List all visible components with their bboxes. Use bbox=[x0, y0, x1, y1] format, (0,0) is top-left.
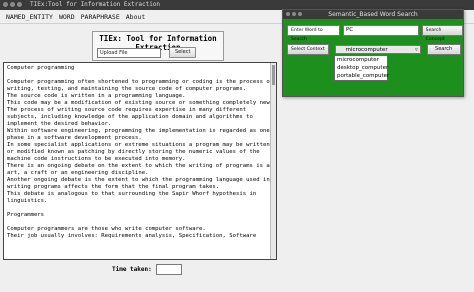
dropdown-option[interactable]: portable_computer bbox=[335, 72, 389, 80]
semantic-window-title: Semantic_Based Word Search bbox=[328, 11, 418, 18]
document-text: Computer programming Computer programmin… bbox=[4, 63, 276, 242]
upload-file-field[interactable]: Upload File bbox=[97, 47, 161, 58]
document-line: writing, testing, and maintaining the so… bbox=[7, 86, 247, 92]
menu-named-entity[interactable]: NAMED_ENTITY bbox=[6, 13, 53, 21]
document-line: Their job usually involves: Requirements… bbox=[7, 233, 257, 239]
context-dropdown-list: microcomputer desktop_computer portable_… bbox=[334, 55, 389, 81]
close-icon[interactable] bbox=[3, 2, 8, 7]
document-line: Another ongoing debate is the extent to … bbox=[7, 177, 270, 183]
menu-word[interactable]: WORD bbox=[59, 13, 75, 21]
time-taken-field[interactable] bbox=[155, 264, 182, 275]
document-line: implement the desired behavior. bbox=[7, 121, 112, 127]
document-line: Within software engineering, programming… bbox=[7, 128, 270, 134]
dropdown-option[interactable]: desktop_computer bbox=[335, 64, 388, 72]
enter-word-label: Enter Word to Search bbox=[287, 25, 340, 42]
document-line: Computer programmers are those who write… bbox=[7, 226, 206, 232]
document-line: linguistics. bbox=[7, 198, 48, 204]
search-word-input[interactable]: PC bbox=[342, 25, 419, 36]
search-row: Enter Word to Search PC Search Concept bbox=[287, 25, 463, 42]
select-context-button[interactable]: Select Context bbox=[287, 44, 329, 55]
document-line: Computer programming bbox=[7, 65, 75, 71]
semantic-search-window: Semantic_Based Word Search Enter Word to… bbox=[282, 9, 464, 97]
context-row: Select Context microcomputer ▿ Search bbox=[287, 44, 461, 55]
document-text-area[interactable]: Computer programming Computer programmin… bbox=[3, 62, 277, 260]
context-select[interactable]: microcomputer ▿ bbox=[334, 45, 421, 55]
context-select-value: microcomputer bbox=[345, 47, 388, 53]
search-button[interactable]: Search bbox=[426, 44, 461, 55]
time-taken-label: Time taken: bbox=[112, 266, 152, 273]
vertical-scrollbar[interactable] bbox=[270, 63, 276, 259]
maximize-icon[interactable] bbox=[17, 2, 22, 7]
document-line: Computer programming often shortened to … bbox=[7, 79, 273, 85]
time-taken-row: Time taken: bbox=[112, 264, 182, 275]
window-title: TIEx:Tool for Information Extraction bbox=[30, 1, 161, 8]
document-line: or modified known as patching by directl… bbox=[7, 149, 260, 155]
header-panel: TIEx: Tool for Information Extraction Up… bbox=[92, 31, 224, 61]
document-line: subjects, including knowledge of the app… bbox=[7, 114, 253, 120]
select-file-button[interactable]: Select bbox=[169, 47, 197, 58]
document-line: The process of writing source code requi… bbox=[7, 107, 247, 113]
chevron-down-icon[interactable]: ▿ bbox=[415, 46, 418, 55]
document-line: In some specialist applications or extre… bbox=[7, 142, 270, 148]
menu-paraphrase[interactable]: PARAPHRASE bbox=[81, 13, 120, 21]
dropdown-option[interactable]: microcomputer bbox=[335, 56, 387, 64]
scroll-thumb[interactable] bbox=[272, 65, 275, 85]
document-line: phase in a software development process. bbox=[7, 135, 142, 141]
minimize-icon[interactable] bbox=[10, 2, 15, 7]
window-controls[interactable] bbox=[3, 2, 22, 7]
semantic-titlebar: Semantic_Based Word Search bbox=[283, 10, 463, 19]
document-line: Programmers bbox=[7, 212, 45, 218]
menu-about[interactable]: About bbox=[126, 13, 146, 21]
document-line: writing programs affects the form that t… bbox=[7, 184, 220, 190]
search-concept-button[interactable]: Search Concept bbox=[421, 25, 463, 42]
document-line: machine code instructions to be executed… bbox=[7, 156, 186, 162]
document-line: art, a craft or an engineering disciplin… bbox=[7, 170, 149, 176]
document-line: This debate is analogous to that surroun… bbox=[7, 191, 257, 197]
upload-row: Upload File Select bbox=[97, 47, 197, 58]
document-line: There is an ongoing debate on the extent… bbox=[7, 163, 273, 169]
document-line: This code may be a modification of exist… bbox=[7, 100, 274, 106]
document-line: The source code is written in a programm… bbox=[7, 93, 186, 99]
